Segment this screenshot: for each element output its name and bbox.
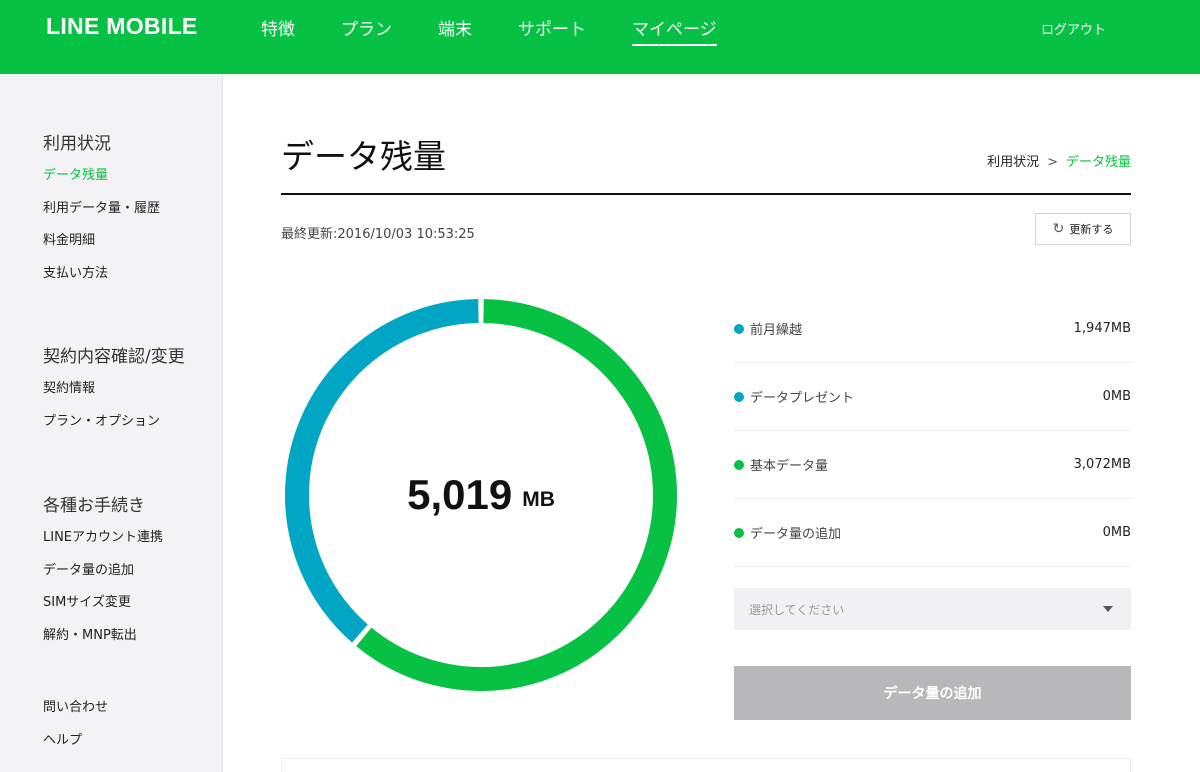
breakdown-label: 基本データ量 bbox=[750, 459, 829, 474]
sidebar: 利用状況 データ残量 利用データ量・履歴 料金明細 支払い方法 契約内容確認/変… bbox=[0, 74, 223, 772]
total-data-unit: MB bbox=[522, 488, 555, 511]
sidebar-item-usage-history[interactable]: 利用データ量・履歴 bbox=[43, 199, 223, 232]
sidebar-item-help[interactable]: ヘルプ bbox=[43, 731, 223, 764]
breadcrumb-current: データ残量 bbox=[1065, 155, 1131, 170]
breakdown-value: 3,072MB bbox=[1073, 457, 1131, 472]
legend-dot-icon bbox=[734, 391, 744, 402]
sidebar-group-title: 利用状況 bbox=[43, 134, 111, 154]
breakdown-label-group: 基本データ量 bbox=[734, 455, 828, 474]
select-placeholder: 選択してください bbox=[749, 602, 845, 617]
breakdown-row-carryover: 前月繰越 1,947MB bbox=[734, 295, 1131, 363]
legend-dot-icon bbox=[734, 323, 744, 334]
sidebar-item-data-remaining[interactable]: データ残量 bbox=[43, 166, 223, 199]
nav-mypage[interactable]: マイページ bbox=[632, 15, 717, 46]
sidebar-item-line-account[interactable]: LINEアカウント連携 bbox=[43, 528, 223, 561]
sidebar-group-title: 契約内容確認/変更 bbox=[43, 347, 185, 367]
sidebar-group-contract: 契約内容確認/変更 契約情報 プラン・オプション bbox=[43, 342, 223, 444]
chevron-down-icon bbox=[1103, 606, 1113, 612]
refresh-icon: ↻ bbox=[1052, 221, 1065, 237]
sidebar-group-procedures: 各種お手続き LINEアカウント連携 データ量の追加 SIMサイズ変更 解約・M… bbox=[43, 491, 223, 658]
sidebar-group-usage: 利用状況 データ残量 利用データ量・履歴 料金明細 支払い方法 bbox=[43, 129, 223, 296]
donut-center: 5,019 MB bbox=[281, 295, 681, 695]
legend-dot-icon bbox=[734, 527, 744, 538]
title-divider bbox=[281, 193, 1131, 195]
sidebar-item-cancel-mnp[interactable]: 解約・MNP転出 bbox=[43, 626, 223, 659]
top-header: LINE MOBILE 特徴 プラン 端末 サポート マイページ ログアウト bbox=[0, 0, 1200, 74]
legend-dot-icon bbox=[734, 459, 744, 470]
sidebar-item-contract-info[interactable]: 契約情報 bbox=[43, 379, 223, 412]
breakdown-label: データ量の追加 bbox=[750, 527, 842, 542]
sidebar-item-contact[interactable]: 問い合わせ bbox=[43, 698, 223, 731]
nav-plans[interactable]: プラン bbox=[341, 15, 392, 46]
breakdown-label-group: データ量の追加 bbox=[734, 523, 841, 542]
nav-support[interactable]: サポート bbox=[518, 15, 586, 46]
breadcrumb-parent[interactable]: 利用状況 bbox=[987, 155, 1039, 170]
refresh-button[interactable]: ↻ 更新する bbox=[1035, 213, 1131, 245]
sidebar-group-help: 問い合わせ ヘルプ bbox=[43, 698, 223, 763]
logout-link[interactable]: ログアウト bbox=[1041, 19, 1106, 38]
sidebar-group-title: 各種お手続き bbox=[43, 496, 145, 516]
breakdown-row-basic: 基本データ量 3,072MB bbox=[734, 431, 1131, 499]
data-breakdown-list: 前月繰越 1,947MB データプレゼント 0MB 基本データ量 3,072MB… bbox=[734, 295, 1131, 567]
line-mobile-logo[interactable]: LINE MOBILE bbox=[46, 13, 198, 40]
breakdown-label-group: データプレゼント bbox=[734, 387, 854, 406]
nav-devices[interactable]: 端末 bbox=[438, 15, 472, 46]
data-amount-select[interactable]: 選択してください bbox=[734, 588, 1131, 630]
nav-features[interactable]: 特徴 bbox=[261, 15, 295, 46]
sidebar-item-payment[interactable]: 支払い方法 bbox=[43, 264, 223, 297]
main-nav: 特徴 プラン 端末 サポート マイページ bbox=[261, 15, 763, 46]
bottom-panel bbox=[281, 758, 1131, 772]
breakdown-label-group: 前月繰越 bbox=[734, 319, 802, 338]
breakdown-value: 0MB bbox=[1102, 525, 1131, 540]
sidebar-item-plan-options[interactable]: プラン・オプション bbox=[43, 412, 223, 445]
breakdown-row-added: データ量の追加 0MB bbox=[734, 499, 1131, 567]
last-updated-text: 最終更新:2016/10/03 10:53:25 bbox=[281, 227, 475, 242]
breakdown-label: 前月繰越 bbox=[750, 323, 803, 338]
breadcrumb: 利用状況 > データ残量 bbox=[987, 151, 1131, 170]
total-data-value: 5,019 bbox=[407, 471, 513, 518]
breakdown-row-present: データプレゼント 0MB bbox=[734, 363, 1131, 431]
breadcrumb-separator: > bbox=[1047, 155, 1058, 170]
add-data-button[interactable]: データ量の追加 bbox=[734, 666, 1131, 720]
breakdown-label: データプレゼント bbox=[750, 391, 855, 406]
sidebar-item-sim-size[interactable]: SIMサイズ変更 bbox=[43, 593, 223, 626]
breakdown-value: 1,947MB bbox=[1073, 321, 1131, 336]
sidebar-item-billing[interactable]: 料金明細 bbox=[43, 231, 223, 264]
page-title: データ残量 bbox=[281, 137, 446, 176]
breakdown-value: 0MB bbox=[1102, 389, 1131, 404]
refresh-button-label: 更新する bbox=[1069, 223, 1114, 236]
sidebar-item-add-data[interactable]: データ量の追加 bbox=[43, 561, 223, 594]
